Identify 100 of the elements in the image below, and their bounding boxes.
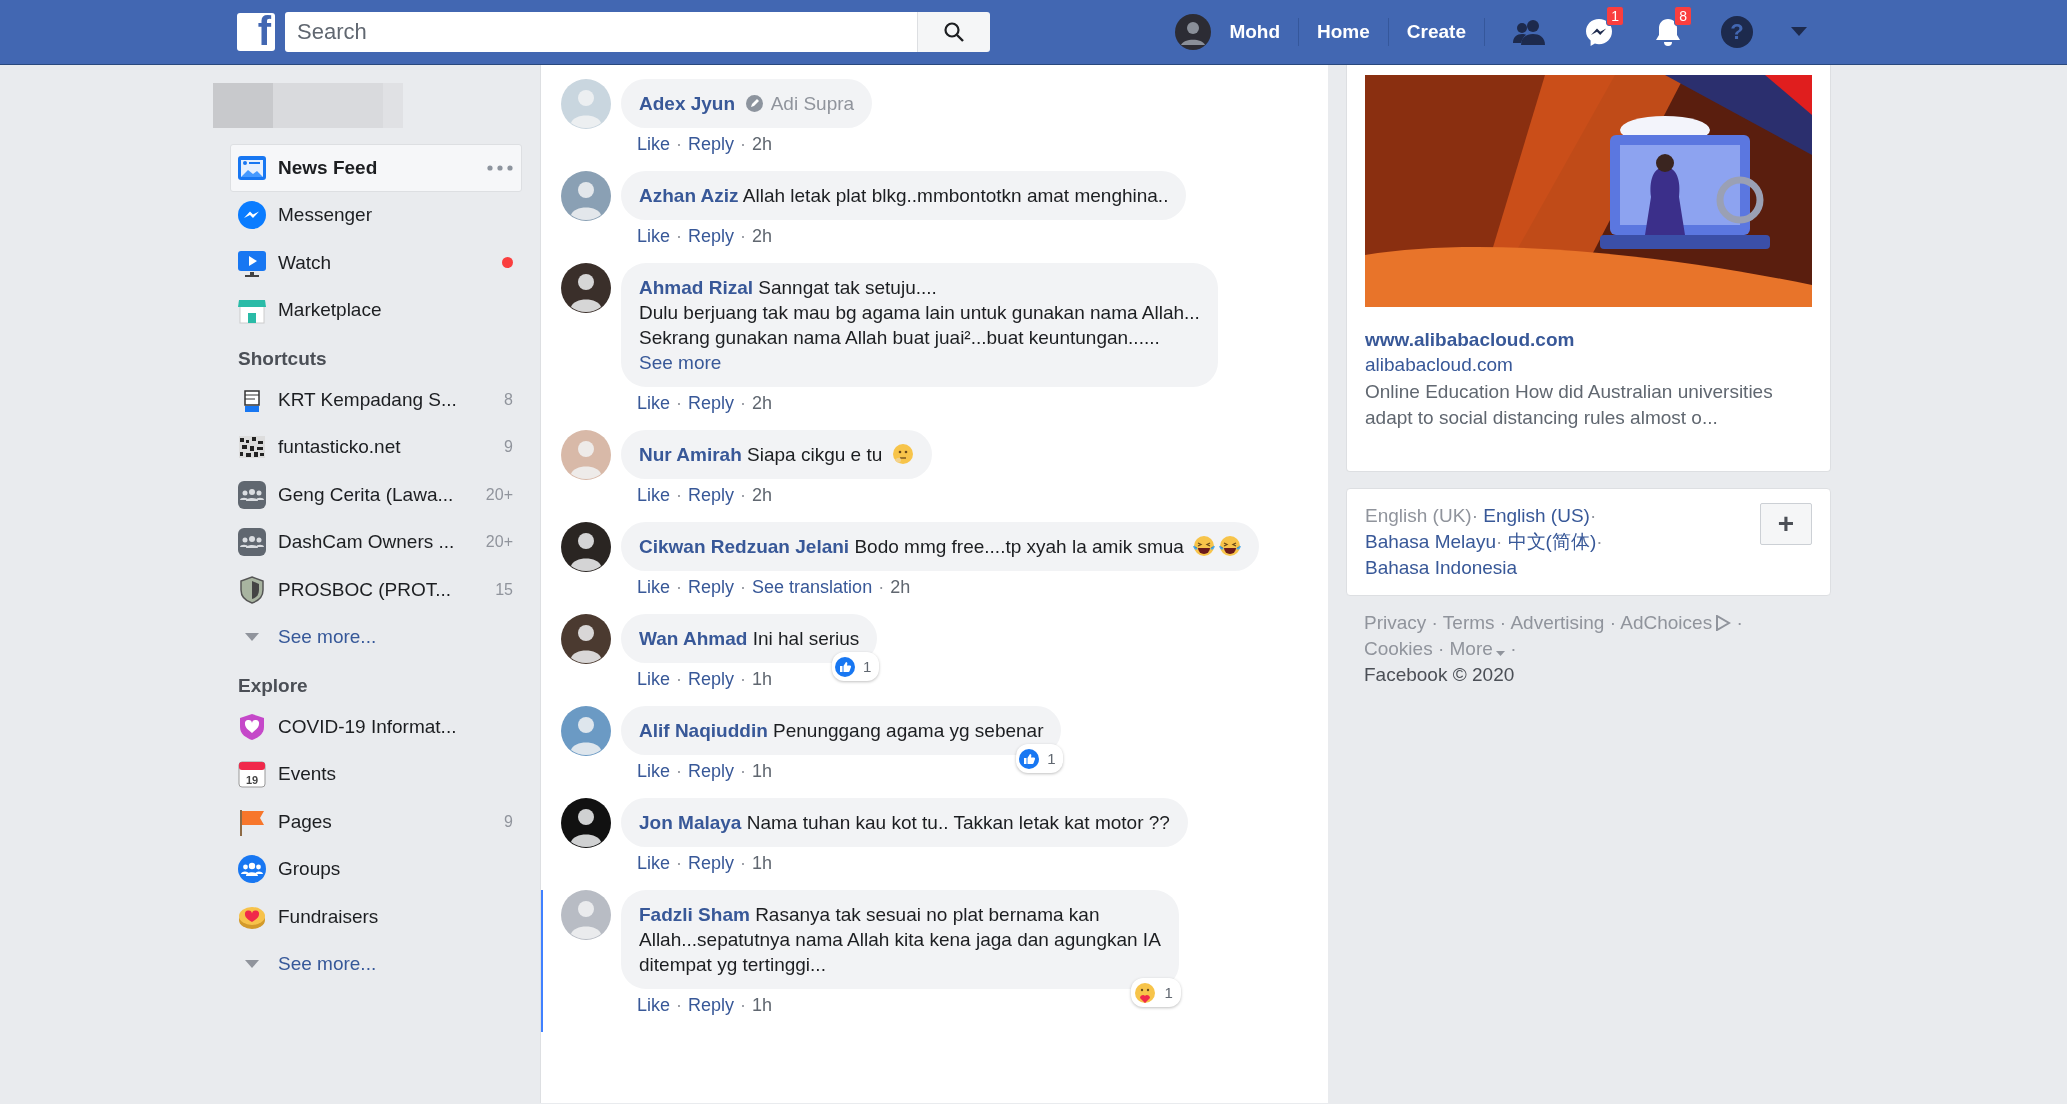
avatar[interactable] <box>561 798 611 848</box>
separator-dot: · <box>740 226 747 247</box>
comment-time[interactable]: 2h <box>752 134 773 155</box>
sidebar-item[interactable]: Geng Cerita (Lawa... 20+ <box>230 471 522 519</box>
sidebar-item[interactable]: funtasticko.net 9 <box>230 423 522 471</box>
sidebar-item[interactable]: 19 Events <box>230 750 522 798</box>
language-link[interactable]: Bahasa Melayu <box>1365 531 1496 552</box>
comment-time[interactable]: 2h <box>752 226 773 247</box>
avatar[interactable] <box>561 614 611 664</box>
comment-action[interactable]: Like <box>637 669 671 690</box>
item-count: 9 <box>504 812 513 831</box>
nav-link[interactable]: Create <box>1406 21 1466 43</box>
comment-action[interactable]: Reply <box>688 577 735 598</box>
comment-action[interactable]: Like <box>637 226 671 247</box>
add-language-button[interactable]: + <box>1760 503 1812 545</box>
groups-icon <box>237 854 267 885</box>
hugging-emoji-icon <box>1134 981 1157 1004</box>
comment-time[interactable]: 1h <box>752 761 773 782</box>
comment-time[interactable]: 1h <box>752 853 773 874</box>
comment-text: Alif Naqiuddin Penunggang agama yg sebenar <box>639 720 1044 741</box>
comment-action[interactable]: Reply <box>688 853 735 874</box>
comment-text: Fadzli Sham Rasanya tak sesuai no plat bernama kan Allah...sepatutnya nama Allah kita kena jaga dan agungkan IA ditempat yg tertinggi... <box>639 904 1161 975</box>
comment-action[interactable]: Like <box>637 485 671 506</box>
separator-dot: · <box>1499 612 1507 633</box>
see-more-link[interactable]: See more... <box>278 626 377 649</box>
sidebar-item[interactable]: PROSBOC (PROT... 15 <box>230 566 522 614</box>
adchoices-icon <box>1715 615 1732 631</box>
separator-dot: · <box>1437 638 1445 659</box>
comment-action[interactable]: Like <box>637 761 671 782</box>
comment-text: Jon Malaya Nama tuhan kau kot tu.. Takkan letak kat motor ?? <box>639 812 1170 833</box>
separator-dot: · <box>1495 531 1503 552</box>
comment-action[interactable]: Reply <box>688 995 735 1016</box>
comment-time[interactable]: 2h <box>752 485 773 506</box>
language-link[interactable]: Bahasa Indonesia <box>1365 557 1518 578</box>
comment-action[interactable]: Reply <box>688 393 735 414</box>
ad-link[interactable]: www.alibabacloud.com <box>1365 329 1812 351</box>
copyright: Facebook © 2020 <box>1364 664 1516 686</box>
comment-action[interactable]: Like <box>637 995 671 1016</box>
sidebar-item[interactable]: DashCam Owners ... 20+ <box>230 518 522 566</box>
ad-description: Online Education How did Australian universities adapt to social distancing rules almost o... <box>1365 380 1774 430</box>
see-more-link[interactable]: See more... <box>278 953 377 976</box>
sidebar-item[interactable]: COVID-19 Informat... <box>230 703 522 751</box>
see-more-link[interactable]: See more <box>639 350 1200 375</box>
thumbs-up-icon <box>835 656 855 677</box>
sidebar-item[interactable]: News Feed <box>230 144 522 192</box>
sidebar-item[interactable]: Groups <box>230 845 522 893</box>
comment-action[interactable]: Reply <box>688 669 735 690</box>
separator-dot: · <box>676 761 683 782</box>
separator-dot: · <box>740 134 747 155</box>
comment-action[interactable]: Reply <box>688 226 735 247</box>
friends-icon[interactable] <box>1513 19 1545 45</box>
calendar-icon: 19 <box>237 759 267 790</box>
comment-action[interactable]: Reply <box>688 134 735 155</box>
item-count: 8 <box>504 390 513 409</box>
item-count: 20+ <box>485 485 513 504</box>
comment-action[interactable]: Like <box>637 393 671 414</box>
comment-action[interactable]: Reply <box>688 485 735 506</box>
sidebar-item[interactable]: Pages 9 <box>230 798 522 846</box>
caret-icon[interactable] <box>1791 27 1807 37</box>
sidebar-item[interactable]: KRT Kempadang S... 8 <box>230 376 522 424</box>
comment-action[interactable]: Like <box>637 134 671 155</box>
more-icon[interactable] <box>487 164 513 171</box>
facebook-logo[interactable]: f <box>237 13 275 51</box>
separator-dot: · <box>676 226 683 247</box>
profile-link[interactable]: Mohd <box>1229 21 1281 43</box>
comment-time[interactable]: 2h <box>752 393 773 414</box>
search-field[interactable]: Search <box>285 12 917 52</box>
group-icon <box>237 527 267 558</box>
comment-text: Ahmad Rizal Sanngat tak setuju.... Dulu berjuang tak mau bg agama lain untuk gunakan nama Allah... Sekrang gunakan nama Allah buat juai²...buat keuntungan...... <box>639 277 1200 348</box>
sidebar-item[interactable]: Messenger <box>230 191 522 239</box>
avatar[interactable] <box>561 263 611 313</box>
nav-link[interactable]: Home <box>1317 21 1370 43</box>
sidebar-item[interactable]: Fundraisers <box>230 893 522 941</box>
reaction-count[interactable]: 1 <box>1131 978 1181 1007</box>
sidebar-item[interactable]: Marketplace <box>230 286 522 334</box>
sidebar-item[interactable]: Watch <box>230 239 522 287</box>
search-button[interactable] <box>917 12 990 52</box>
separator-dot: · <box>1736 612 1743 633</box>
ad-domain[interactable]: alibabacloud.com <box>1365 354 1812 376</box>
comment-action[interactable]: See translation <box>752 577 873 598</box>
sidebar-label: Marketplace <box>278 299 383 322</box>
sidebar-label: funtasticko.net <box>278 436 402 459</box>
language-link[interactable]: 中文(简体) <box>1507 531 1597 552</box>
language-link[interactable]: English (US) <box>1483 505 1590 526</box>
comment-time[interactable]: 2h <box>890 577 911 598</box>
thumbs-up-icon <box>1019 748 1040 769</box>
comment-action[interactable]: Reply <box>688 761 735 782</box>
reaction-count[interactable]: 1 <box>832 652 880 681</box>
sidebar-label: Pages <box>278 810 333 833</box>
separator-dot: · <box>676 669 683 690</box>
comment-action[interactable]: Like <box>637 853 671 874</box>
sidebar-label: COVID-19 Informat... <box>278 715 458 738</box>
section-heading: Shortcuts <box>238 348 328 370</box>
comment-time[interactable]: 1h <box>752 669 773 690</box>
comment-action[interactable]: Like <box>637 577 671 598</box>
separator-dot: · <box>1596 531 1603 552</box>
reaction-count[interactable]: 1 <box>1016 744 1064 773</box>
comment-time[interactable]: 1h <box>752 995 773 1016</box>
separator-dot: · <box>740 761 747 782</box>
avatar[interactable] <box>561 522 611 572</box>
